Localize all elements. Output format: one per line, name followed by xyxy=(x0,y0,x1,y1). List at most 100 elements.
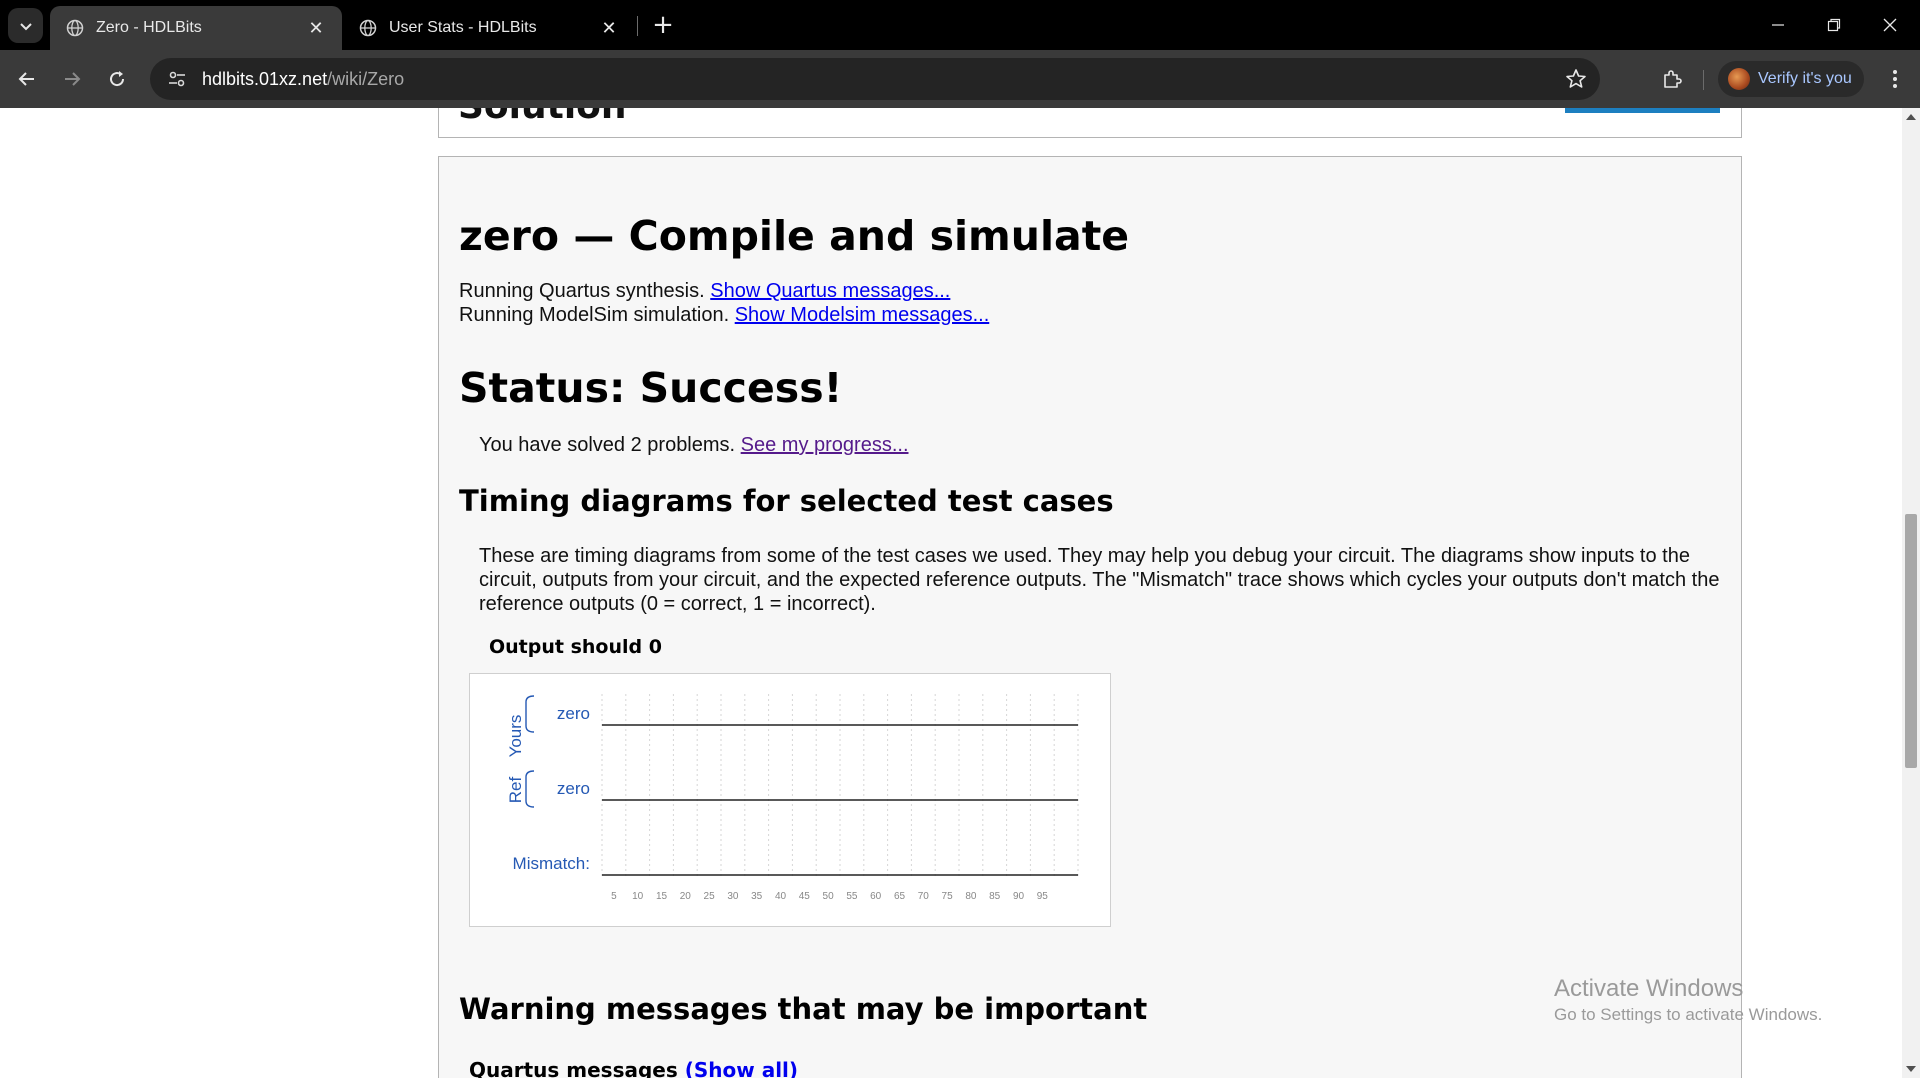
tab-user-stats[interactable]: User Stats - HDLBits ✕ xyxy=(343,6,635,50)
waveform-tick-labels: 5 10 15 20 25 30 35 40 45 50 55 60 65 70 75 80 85 90 95 xyxy=(611,891,1048,902)
tick-label: 20 xyxy=(680,891,692,902)
tick-label: 40 xyxy=(775,891,787,902)
globe-icon xyxy=(66,19,84,37)
arrow-left-icon xyxy=(18,72,34,86)
tab-title: User Stats - HDLBits xyxy=(389,19,537,36)
tick-label: 90 xyxy=(1013,891,1025,902)
minimize-icon xyxy=(1772,24,1784,26)
scroll-down-arrow-icon[interactable] xyxy=(1906,1066,1916,1072)
restore-button[interactable] xyxy=(1806,0,1862,50)
close-window-button[interactable] xyxy=(1862,0,1918,50)
tick-label: 75 xyxy=(942,891,954,902)
tick-label: 65 xyxy=(894,891,906,902)
puzzle-icon xyxy=(1664,70,1682,88)
url-host: hdlbits.01xz.net xyxy=(202,68,328,89)
tick-label: 70 xyxy=(918,891,930,902)
minimize-button[interactable] xyxy=(1750,0,1806,50)
quartus-messages-label: Quartus messages xyxy=(469,1058,678,1078)
solution-section-box xyxy=(438,108,1742,138)
chevron-down-icon xyxy=(19,22,32,30)
plus-icon: + xyxy=(652,10,674,40)
yours-signal-label: zero xyxy=(557,704,590,723)
timing-description: These are timing diagrams from some of t… xyxy=(479,545,1720,615)
tick-label: 45 xyxy=(799,891,811,902)
bookmark-star-icon[interactable] xyxy=(1564,67,1588,91)
verify-profile-button[interactable]: Verify it's you xyxy=(1718,61,1864,97)
tick-label: 85 xyxy=(989,891,1001,902)
submit-button-edge[interactable] xyxy=(1565,108,1720,113)
reload-icon xyxy=(110,71,125,87)
show-quartus-messages-link[interactable]: Show Quartus messages... xyxy=(710,280,950,302)
url-path: /wiki/Zero xyxy=(327,68,405,89)
tab-title: Zero - HDLBits xyxy=(96,19,202,36)
warnings-heading: Warning messages that may be important xyxy=(459,992,1148,1026)
tab-close-icon[interactable]: ✕ xyxy=(599,18,619,38)
see-my-progress-link[interactable]: See my progress... xyxy=(741,434,909,456)
quartus-messages-heading: Quartus messages (Show all) xyxy=(469,1058,798,1078)
site-info-icon[interactable] xyxy=(156,58,198,100)
tick-label: 50 xyxy=(823,891,835,902)
tab-close-icon[interactable]: ✕ xyxy=(306,18,326,38)
avatar xyxy=(1728,68,1750,90)
show-all-link[interactable]: (Show all) xyxy=(685,1058,798,1078)
tick-label: 80 xyxy=(965,891,977,902)
page-viewport: Solution zero — Compile and simulate Run… xyxy=(0,108,1902,1078)
yours-group-label: Yours xyxy=(506,715,525,758)
tick-label: 55 xyxy=(846,891,858,902)
quartus-status-text: Running Quartus synthesis. xyxy=(459,280,705,302)
modelsim-status-text: Running ModelSim simulation. xyxy=(459,304,730,326)
more-vertical-icon xyxy=(1893,70,1897,88)
tick-label: 60 xyxy=(870,891,882,902)
back-button[interactable] xyxy=(10,62,44,96)
reload-button[interactable] xyxy=(100,62,134,96)
tick-label: 35 xyxy=(751,891,763,902)
windows-activation-watermark: Activate Windows Go to Settings to activ… xyxy=(1554,974,1822,1026)
mismatch-label: Mismatch: xyxy=(513,854,590,873)
browser-toolbar: hdlbits.01xz.net/wiki/Zero Verify it's y… xyxy=(0,50,1920,108)
solved-count-text: You have solved 2 problems. xyxy=(479,434,736,456)
ref-signal-label: zero xyxy=(557,779,590,798)
ref-bracket xyxy=(525,770,535,808)
globe-icon xyxy=(359,19,377,37)
close-icon xyxy=(1883,18,1897,32)
tick-label: 95 xyxy=(1037,891,1049,902)
new-tab-button[interactable]: + xyxy=(650,10,676,40)
modelsim-status-line: Running ModelSim simulation. Show Models… xyxy=(459,304,989,327)
watermark-line-1: Activate Windows xyxy=(1554,975,1744,1002)
timing-diagram: Yours zero Ref zero Mismatch: 5 10 15 20 25 3… xyxy=(469,673,1111,927)
tab-zero-hdlbits[interactable]: Zero - HDLBits ✕ xyxy=(50,6,342,50)
show-modelsim-messages-link[interactable]: Show Modelsim messages... xyxy=(735,304,990,326)
tick-label: 15 xyxy=(656,891,668,902)
watermark-line-2: Go to Settings to activate Windows. xyxy=(1554,1005,1823,1024)
page-title: zero — Compile and simulate xyxy=(459,212,1130,260)
tick-label: 30 xyxy=(727,891,739,902)
restore-icon xyxy=(1827,18,1841,32)
toolbar-divider xyxy=(1703,70,1704,90)
testcase-title: Output should 0 xyxy=(489,636,662,658)
tab-strip: Zero - HDLBits ✕ User Stats - HDLBits ✕ … xyxy=(0,0,1920,50)
arrow-right-icon xyxy=(65,72,81,86)
timing-diagram-svg: Yours zero Ref zero Mismatch: 5 10 15 20 25 3… xyxy=(506,694,1079,902)
tab-divider xyxy=(637,16,638,36)
url-text: hdlbits.01xz.net/wiki/Zero xyxy=(202,69,404,90)
tick-label: 25 xyxy=(704,891,716,902)
solved-count-line: You have solved 2 problems. See my progr… xyxy=(479,434,909,457)
browser-menu-button[interactable] xyxy=(1880,62,1910,96)
status-heading: Status: Success! xyxy=(459,364,843,412)
scrollbar-thumb[interactable] xyxy=(1905,514,1917,768)
scroll-up-arrow-icon[interactable] xyxy=(1906,114,1916,120)
quartus-status-line: Running Quartus synthesis. Show Quartus … xyxy=(459,280,950,303)
solution-heading: Solution xyxy=(458,108,627,127)
address-bar[interactable]: hdlbits.01xz.net/wiki/Zero xyxy=(150,58,1600,100)
timing-diagrams-heading: Timing diagrams for selected test cases xyxy=(459,484,1114,518)
verify-label: Verify it's you xyxy=(1758,70,1852,87)
tick-label: 10 xyxy=(632,891,644,902)
forward-button[interactable] xyxy=(55,62,89,96)
page-scrollbar[interactable] xyxy=(1902,108,1920,1078)
waveform-grid xyxy=(601,694,1079,879)
tab-search-button[interactable] xyxy=(8,8,43,43)
yours-bracket xyxy=(525,695,535,733)
tick-label: 5 xyxy=(611,891,617,902)
extensions-button[interactable] xyxy=(1655,62,1689,96)
ref-group-label: Ref xyxy=(506,777,525,804)
